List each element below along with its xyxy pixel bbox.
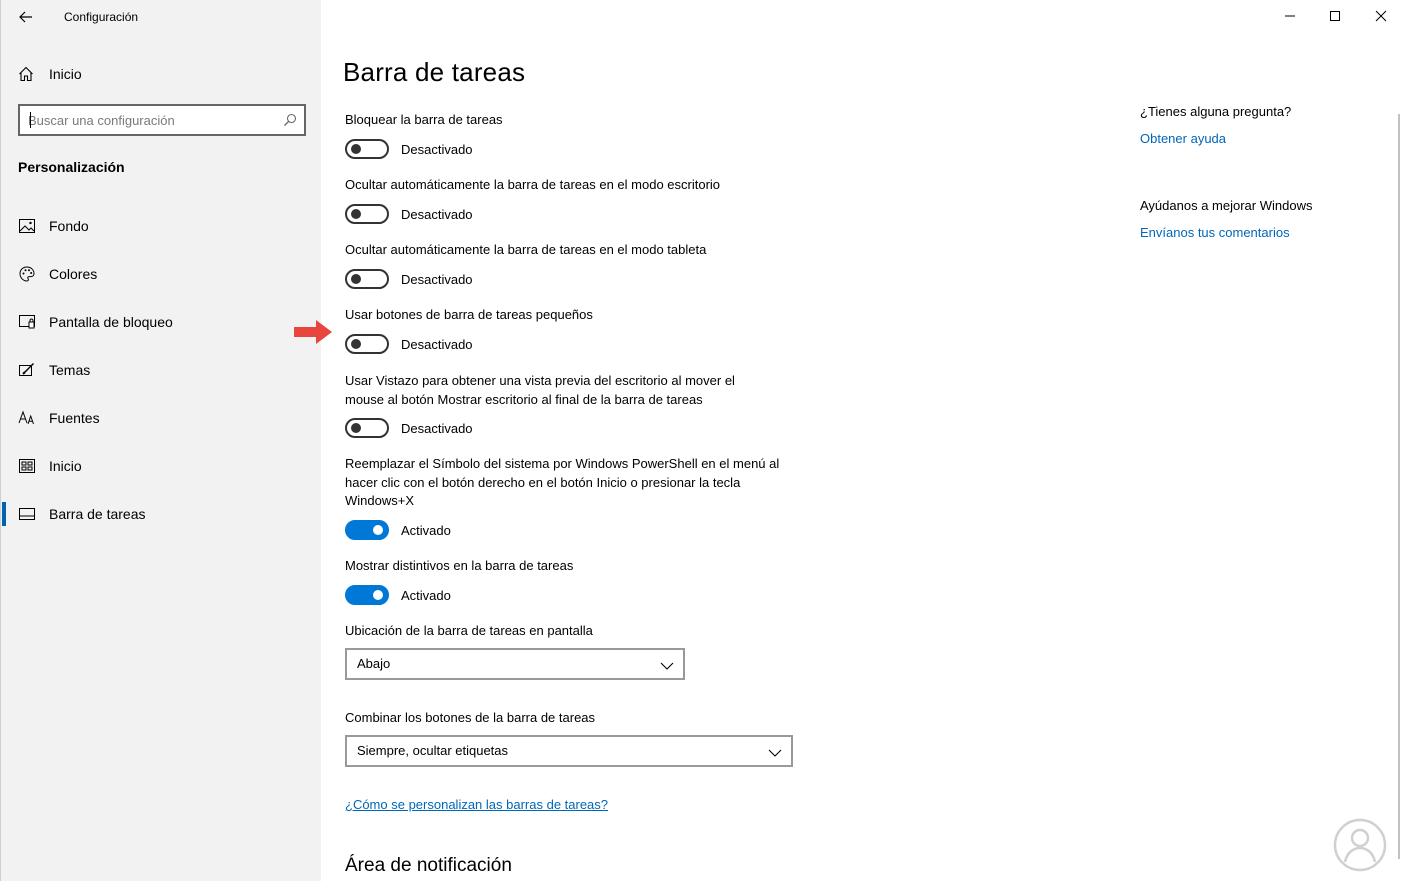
sidebar-item-colores[interactable]: Colores: [1, 254, 322, 294]
toggle-ocultar-tableta[interactable]: [345, 269, 389, 289]
palette-icon: [18, 266, 36, 282]
toggle-row-botones-pequenos: Desactivado: [345, 334, 473, 354]
question-text: ¿Tienes alguna pregunta?: [1140, 104, 1292, 119]
text-caret: [30, 112, 31, 128]
combine-dropdown[interactable]: Siempre, ocultar etiquetas: [345, 735, 793, 767]
toggle-botones-pequenos[interactable]: [345, 334, 389, 354]
sidebar-item-fuentes[interactable]: Fuentes: [1, 398, 322, 438]
improve-text: Ayúdanos a mejorar Windows: [1140, 198, 1313, 213]
toggle-row-distintivos: Activado: [345, 585, 451, 605]
watermark-logo-icon: [1333, 818, 1387, 872]
setting-label-ocultar-escritorio: Ocultar automáticamente la barra de tare…: [345, 177, 721, 192]
setting-label-distintivos: Mostrar distintivos en la barra de tarea…: [345, 558, 574, 573]
location-dropdown[interactable]: Abajo: [345, 648, 685, 680]
search-box[interactable]: [18, 104, 306, 136]
toggle-state-label: Desactivado: [401, 271, 473, 287]
sidebar-item-fondo[interactable]: Fondo: [1, 206, 322, 246]
sidebar-item-inicio[interactable]: Inicio: [1, 446, 322, 486]
sidebar-item-temas[interactable]: Temas: [1, 350, 322, 390]
feedback-link[interactable]: Envíanos tus comentarios: [1140, 225, 1290, 240]
home-icon: [18, 66, 34, 87]
maximize-icon: [1330, 11, 1340, 21]
combine-label: Combinar los botones de la barra de tare…: [345, 710, 596, 725]
toggle-vistazo[interactable]: [345, 418, 389, 438]
chevron-down-icon: [660, 658, 674, 676]
minimize-icon: [1285, 15, 1295, 17]
toggle-state-label: Desactivado: [401, 206, 473, 222]
toggle-row-bloquear: Desactivado: [345, 139, 473, 159]
toggle-state-label: Activado: [401, 522, 451, 538]
toggle-state-label: Desactivado: [401, 336, 473, 352]
notification-area-title: Área de notificación: [345, 855, 512, 876]
sidebar-item-label: Barra de tareas: [49, 506, 146, 522]
sidebar-item-label: Inicio: [49, 458, 82, 474]
back-button[interactable]: [13, 6, 39, 28]
taskbar-icon: [18, 506, 36, 522]
search-input[interactable]: [28, 111, 278, 129]
setting-label-powershell: Reemplazar el Símbolo del sistema por Wi…: [345, 456, 780, 508]
sidebar-item-label: Colores: [49, 266, 98, 282]
scrollbar[interactable]: [1398, 114, 1400, 859]
start-icon: [18, 458, 36, 474]
page-title: Barra de tareas: [343, 57, 526, 87]
toggle-bloquear[interactable]: [345, 139, 389, 159]
chevron-down-icon: [768, 745, 782, 763]
close-button[interactable]: [1358, 0, 1404, 32]
section-title: Personalización: [18, 159, 125, 175]
toggle-state-label: Desactivado: [401, 141, 473, 157]
toggle-powershell[interactable]: [345, 520, 389, 540]
annotation-arrow-icon: [294, 320, 332, 344]
sidebar-item-pantalla-bloqueo[interactable]: Pantalla de bloqueo: [1, 302, 322, 342]
toggle-row-vistazo: Desactivado: [345, 418, 473, 438]
sidebar-item-label: Fondo: [49, 218, 89, 234]
toggle-distintivos[interactable]: [345, 585, 389, 605]
toggle-ocultar-escritorio[interactable]: [345, 204, 389, 224]
location-value: Abajo: [357, 656, 391, 671]
close-icon: [1375, 10, 1387, 22]
toggle-state-label: Activado: [401, 587, 451, 603]
setting-label-ocultar-tableta: Ocultar automáticamente la barra de tare…: [345, 242, 707, 257]
lock-screen-icon: [18, 314, 36, 330]
setting-label-botones-pequenos: Usar botones de barra de tareas pequeños: [345, 307, 593, 322]
toggle-state-label: Desactivado: [401, 420, 473, 436]
setting-label-bloquear: Bloquear la barra de tareas: [345, 112, 503, 127]
nav-home[interactable]: Inicio: [1, 58, 322, 90]
sidebar: Configuración Inicio Personalización Fon…: [0, 0, 321, 881]
picture-icon: [18, 218, 36, 234]
toggle-row-ocultar-escritorio: Desactivado: [345, 204, 473, 224]
customize-help-link[interactable]: ¿Cómo se personalizan las barras de tare…: [345, 797, 608, 812]
maximize-button[interactable]: [1312, 0, 1358, 32]
location-label: Ubicación de la barra de tareas en panta…: [345, 623, 593, 638]
app-title: Configuración: [64, 10, 139, 24]
combine-value: Siempre, ocultar etiquetas: [357, 743, 509, 758]
themes-icon: [18, 362, 36, 378]
active-indicator: [2, 502, 6, 526]
search-icon[interactable]: [283, 113, 297, 132]
toggle-row-ocultar-tableta: Desactivado: [345, 269, 473, 289]
sidebar-item-label: Pantalla de bloqueo: [49, 314, 173, 330]
sidebar-item-label: Fuentes: [49, 410, 100, 426]
minimize-button[interactable]: [1267, 0, 1313, 32]
setting-label-vistazo: Usar Vistazo para obtener una vista prev…: [345, 373, 735, 407]
fonts-icon: [18, 410, 36, 426]
nav-home-label: Inicio: [49, 66, 82, 82]
back-arrow-icon: [19, 11, 32, 23]
toggle-row-powershell: Activado: [345, 520, 451, 540]
sidebar-item-barra-tareas[interactable]: Barra de tareas: [1, 494, 322, 534]
get-help-link[interactable]: Obtener ayuda: [1140, 131, 1226, 146]
sidebar-item-label: Temas: [49, 362, 91, 378]
